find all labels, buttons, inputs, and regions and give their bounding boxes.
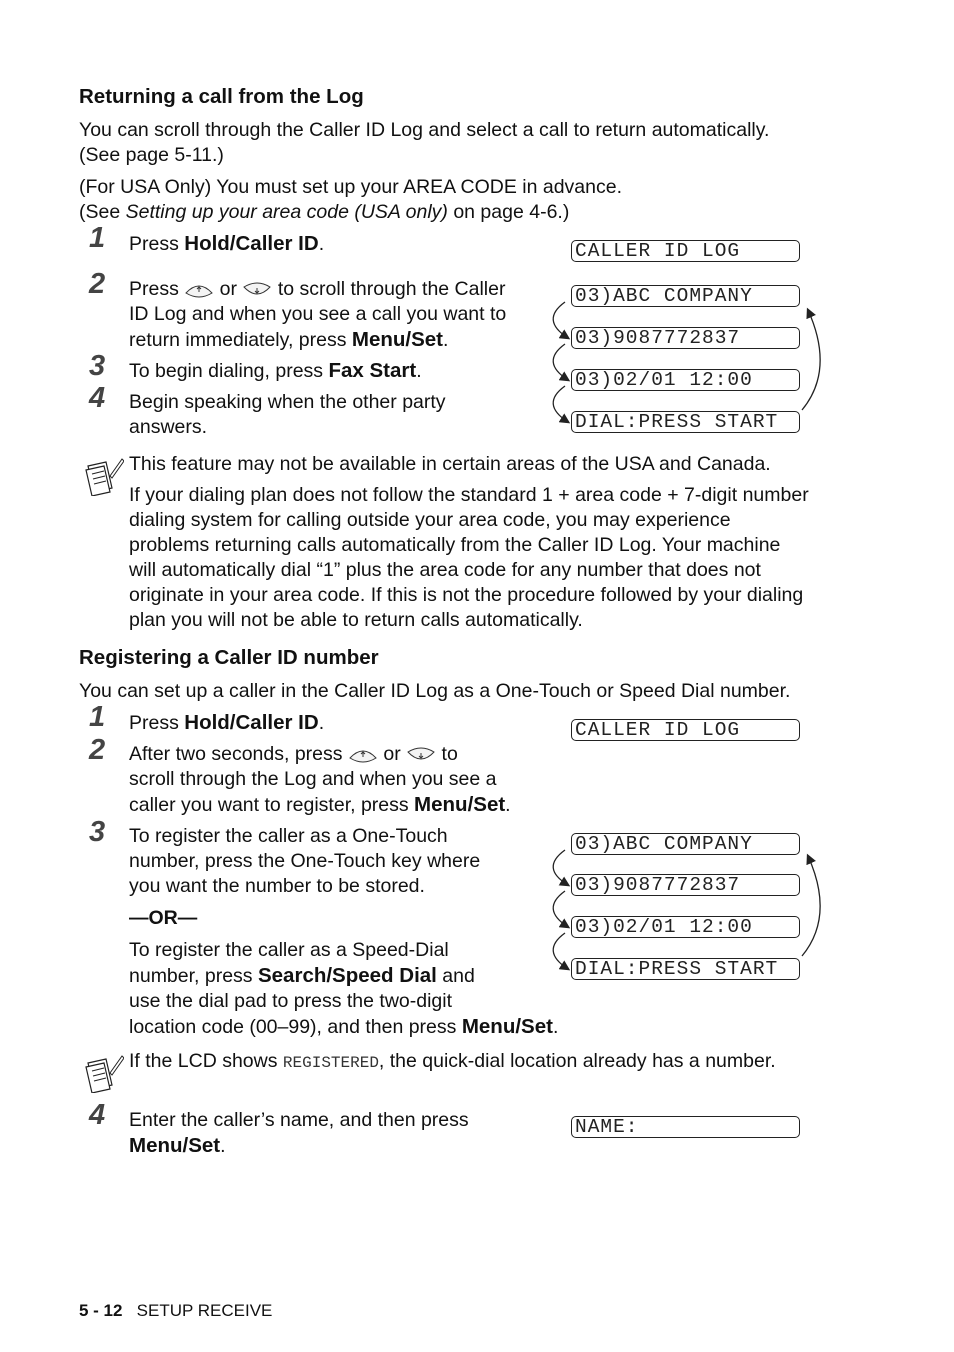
down-arrow-key-icon xyxy=(243,282,272,295)
step-text: Press Hold/Caller ID. xyxy=(129,232,325,255)
lcd-display-title: CALLER ID LOG xyxy=(571,240,800,262)
step-number: 3 xyxy=(89,816,106,848)
step-number: 4 xyxy=(89,1099,106,1131)
step-number: 2 xyxy=(89,268,106,300)
up-arrow-key-icon xyxy=(185,285,214,298)
step-text: To register the caller as a One-Touch nu… xyxy=(129,825,559,1038)
step-text: To begin dialing, press Fax Start. xyxy=(129,359,422,382)
step-text: After two seconds, press or to scroll th… xyxy=(129,743,511,816)
step-number: 1 xyxy=(89,701,106,733)
hold-caller-id-key: Hold/Caller ID xyxy=(184,711,319,734)
step-text: Begin speaking when the other party answ… xyxy=(129,391,446,438)
note-feature-availability: This feature may not be available in cer… xyxy=(129,453,809,631)
up-arrow-key-icon xyxy=(349,750,377,763)
intro-paragraph: You can set up a caller in the Caller ID… xyxy=(79,680,791,702)
hold-caller-id-key: Hold/Caller ID xyxy=(184,232,319,255)
menu-set-key: Menu/Set xyxy=(461,1015,553,1038)
area-code-line: (For USA Only) You must set up your AREA… xyxy=(79,176,623,198)
section-heading-registering: Registering a Caller ID number xyxy=(79,646,379,669)
page-number: 5 - 12 xyxy=(79,1301,123,1320)
step-text: Press or to scroll through the Caller ID… xyxy=(129,278,507,351)
down-arrow-key-icon xyxy=(407,747,435,760)
menu-set-key: Menu/Set xyxy=(351,328,444,351)
menu-set-key: Menu/Set xyxy=(414,793,506,816)
area-code-ref: (See Setting up your area code (USA only… xyxy=(79,201,570,223)
note-pad-icon xyxy=(85,458,124,496)
lcd-message-registered: REGISTERED xyxy=(282,1054,379,1072)
page-footer: 5 - 12 SETUP RECEIVE xyxy=(79,1301,272,1321)
note-registered: If the LCD shows REGISTERED, the quick-d… xyxy=(129,1050,776,1072)
menu-set-key: Menu/Set xyxy=(129,1134,221,1157)
chapter-title: SETUP RECEIVE xyxy=(136,1301,273,1320)
step-number: 3 xyxy=(89,350,106,382)
fax-start-key: Fax Start xyxy=(328,359,417,382)
cycle-arrows-icon xyxy=(552,301,821,424)
area-code-paragraph: (For USA Only) You must set up your AREA… xyxy=(79,175,622,225)
intro-line: (See page 5-11.) xyxy=(79,144,224,166)
intro-line: You can scroll through the Caller ID Log… xyxy=(79,119,770,141)
area-code-link[interactable]: Setting up your area code (USA only) xyxy=(126,201,448,223)
cycle-arrows-icon xyxy=(552,849,821,971)
step-text: Enter the caller’s name, and then press … xyxy=(129,1109,469,1157)
lcd-display-name: NAME: xyxy=(571,1116,800,1138)
section-heading-returning-call: Returning a call from the Log xyxy=(79,85,364,108)
lcd-display-title: CALLER ID LOG xyxy=(571,719,800,741)
note-pad-icon xyxy=(85,1055,124,1093)
step-number: 4 xyxy=(89,382,106,414)
search-speed-dial-key: Search/Speed Dial xyxy=(257,964,437,987)
step-number: 2 xyxy=(89,734,106,766)
step-text: Press Hold/Caller ID. xyxy=(129,711,325,734)
step-number: 1 xyxy=(89,222,106,254)
intro-paragraph: You can scroll through the Caller ID Log… xyxy=(79,118,769,168)
